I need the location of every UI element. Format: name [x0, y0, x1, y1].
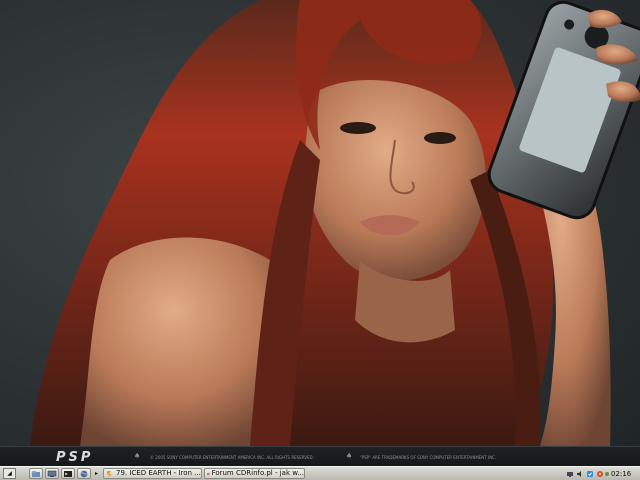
- launcher-browser[interactable]: [77, 468, 91, 479]
- taskbar-window-title: Forum CDRinfo.pl - jak w...: [211, 469, 304, 477]
- tray-status-icon[interactable]: [603, 468, 610, 479]
- desktop[interactable]: PSP ♠ © 2005 SONY COMPUTER ENTERTAINMENT…: [0, 0, 640, 466]
- launcher-terminal[interactable]: [61, 468, 75, 479]
- taskbar-separator-arrow-icon: ▸: [95, 470, 99, 477]
- wallpaper-image: [30, 0, 640, 446]
- start-menu-button[interactable]: ◢: [3, 468, 16, 479]
- playstation-icon: ♠: [346, 452, 353, 460]
- taskbar: ◢ ▸ 79. ICED EARTH - Iron ... Forum CDRi…: [0, 466, 640, 480]
- browser-icon: [80, 470, 88, 477]
- taskbar-window-browser[interactable]: Forum CDRinfo.pl - jak w...: [204, 468, 305, 479]
- psp-logo: PSP: [56, 450, 94, 465]
- taskbar-window-title: 79. ICED EARTH - Iron ...: [116, 469, 201, 477]
- terminal-icon: [64, 470, 72, 477]
- tray-volume-icon[interactable]: [575, 468, 584, 479]
- launcher-desktop[interactable]: [45, 468, 59, 479]
- legal-text-left: © 2005 SONY COMPUTER ENTERTAINMENT AMERI…: [150, 455, 314, 460]
- wallpaper-footer-strip: PSP ♠ © 2005 SONY COMPUTER ENTERTAINMENT…: [0, 446, 640, 466]
- tray-update-icon[interactable]: [585, 468, 594, 479]
- taskbar-window-media-player[interactable]: 79. ICED EARTH - Iron ...: [103, 468, 202, 479]
- start-menu-icon: ◢: [7, 469, 12, 477]
- home-folder-icon: [32, 470, 40, 477]
- playstation-icon: ♠: [134, 452, 141, 460]
- media-player-icon: [107, 470, 112, 477]
- tray-network-icon[interactable]: [565, 468, 574, 479]
- show-desktop-icon: [47, 470, 57, 477]
- launcher-home[interactable]: [29, 468, 43, 479]
- forum-favicon-icon: [207, 472, 210, 475]
- legal-text-right: "PSP" ARE TRADEMARKS OF SONY COMPUTER EN…: [360, 455, 497, 460]
- taskbar-clock[interactable]: 02:16: [611, 468, 639, 479]
